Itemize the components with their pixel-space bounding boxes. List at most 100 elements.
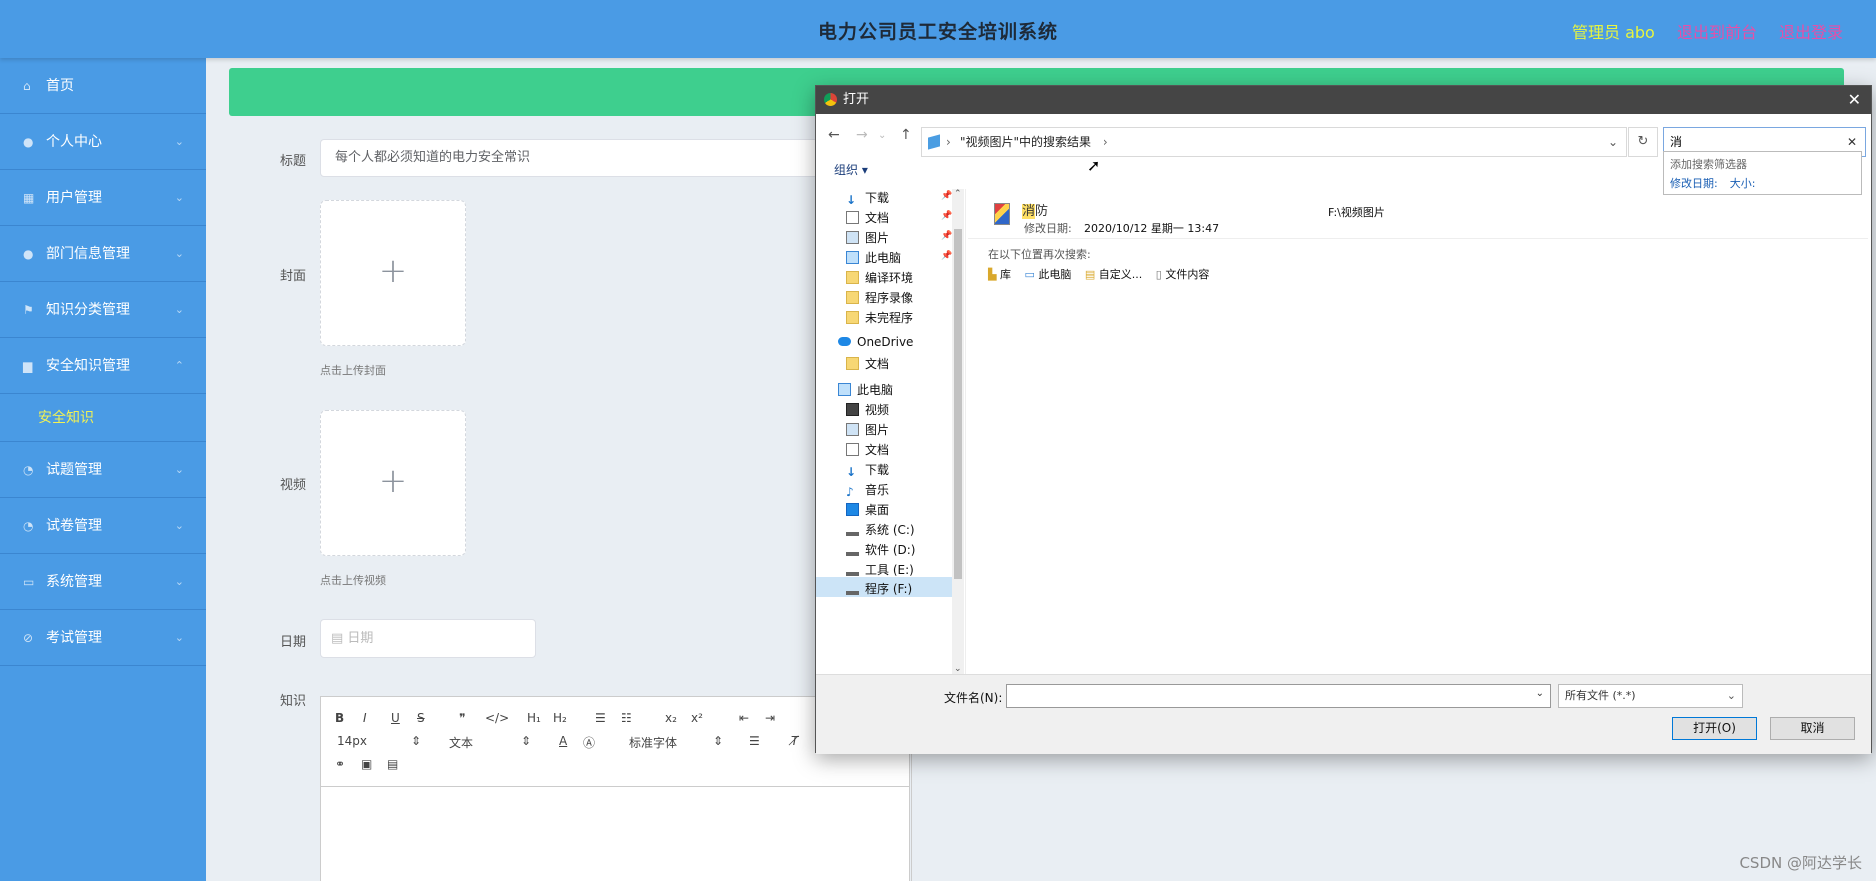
sidebar-item-knowledge-category[interactable]: ⚑ 知识分类管理 ⌄ (0, 282, 206, 338)
superscript-button[interactable]: x² (691, 711, 703, 725)
filename-input[interactable]: ⌄ (1006, 684, 1551, 708)
chevron-down-icon: ⌄ (174, 631, 184, 644)
font-size-select[interactable]: 14px (337, 734, 367, 748)
code-button[interactable]: </> (485, 711, 509, 725)
up-arrow-icon[interactable]: ↑ (900, 127, 912, 143)
picture-icon (846, 231, 859, 244)
sidebar-item-department[interactable]: ● 部门信息管理 ⌄ (0, 226, 206, 282)
document-icon (846, 211, 859, 224)
file-item[interactable]: 消防 修改日期: 2020/10/12 星期一 13:47 F:\视频图片 (968, 189, 1868, 239)
logout-link[interactable]: 退出登录 (1779, 19, 1843, 43)
sidebar-item-papers[interactable]: ◔ 试卷管理 ⌄ (0, 498, 206, 554)
tree-item-this-pc[interactable]: 此电脑 (838, 381, 893, 398)
tree-item-this-pc-quick[interactable]: 此电脑 (846, 249, 901, 266)
back-arrow-icon[interactable]: ← (828, 127, 840, 143)
close-icon[interactable]: ✕ (1848, 86, 1861, 114)
video-icon[interactable]: ▤ (387, 757, 398, 771)
sidebar-subitem-safety-knowledge[interactable]: 安全知识 (0, 394, 206, 442)
tree-item-downloads[interactable]: ↓ 下载 (846, 189, 889, 207)
subscript-button[interactable]: x₂ (665, 711, 677, 725)
bullet-list-button[interactable]: ☷ (621, 711, 632, 725)
forward-arrow-icon[interactable]: → (856, 127, 868, 143)
tree-item-drive-f[interactable]: 程序 (F:) (816, 577, 952, 597)
knowledge-label: 知识 (280, 694, 307, 709)
ordered-list-button[interactable]: ☰ (595, 711, 606, 725)
tree-item-documents-pc[interactable]: 文档 (846, 441, 889, 458)
folder-icon (846, 291, 859, 304)
custom-location[interactable]: ▤ 自定义... (1085, 268, 1142, 281)
scrollbar-thumb[interactable] (954, 229, 962, 579)
sidebar-item-questions[interactable]: ◔ 试题管理 ⌄ (0, 442, 206, 498)
tree-item-documents[interactable]: 文档 (846, 209, 889, 226)
outdent-button[interactable]: ⇤ (739, 711, 749, 725)
tree-item-pictures[interactable]: 图片 (846, 229, 889, 246)
sidebar-item-home[interactable]: ⌂ 首页 (0, 58, 206, 114)
location-label: 自定义... (1098, 268, 1143, 281)
text-style-select[interactable]: 文本 (449, 734, 473, 751)
sidebar-item-users[interactable]: ▦ 用户管理 ⌄ (0, 170, 206, 226)
strike-button[interactable]: S (417, 711, 425, 725)
tree-item-music[interactable]: ♪ 音乐 (846, 481, 890, 499)
address-bar[interactable]: › "视频图片"中的搜索结果 › ⌄ (921, 127, 1627, 157)
file-contents-location[interactable]: ▯ 文件内容 (1156, 268, 1210, 281)
tree-item-desktop[interactable]: 桌面 (846, 501, 889, 518)
tree-item-folder[interactable]: 程序录像 (846, 289, 913, 306)
tree-item-drive-d[interactable]: 软件 (D:) (846, 541, 915, 558)
font-color-button[interactable]: A (559, 734, 567, 748)
open-button[interactable]: 打开(O) (1672, 717, 1757, 740)
chevron-down-icon: ⌄ (174, 575, 184, 588)
file-meta-value: 2020/10/12 星期一 13:47 (1084, 222, 1220, 235)
image-icon[interactable]: ▣ (361, 757, 372, 771)
italic-button[interactable]: I (363, 711, 367, 725)
h1-button[interactable]: H₁ (527, 711, 541, 725)
cover-upload[interactable]: + (320, 200, 466, 346)
title-input[interactable]: 每个人都必须知道的电力安全常识 (320, 139, 820, 177)
folder-icon (846, 311, 859, 324)
date-input[interactable]: ▤ 日期 (320, 619, 536, 658)
underline-button[interactable]: U (391, 711, 400, 725)
history-dropdown-icon[interactable]: ⌄ (878, 130, 886, 141)
library-location[interactable]: ▙ 库 (988, 268, 1011, 281)
sidebar-item-safety-knowledge[interactable]: ▆ 安全知识管理 ⌃ (0, 338, 206, 394)
tree-item-folder[interactable]: 未完程序 (846, 309, 913, 326)
font-family-select[interactable]: 标准字体 (629, 734, 677, 751)
link-icon[interactable]: ⚭ (335, 757, 345, 771)
cancel-button[interactable]: 取消 (1770, 717, 1855, 740)
top-header: 电力公司员工安全培训系统 管理员 abo 退出到前台 退出登录 (0, 0, 1876, 58)
video-upload[interactable]: + (320, 410, 466, 556)
admin-label: 管理员 abo (1572, 23, 1655, 42)
tree-item-folder[interactable]: 编译环境 (846, 269, 913, 286)
bg-color-button[interactable]: Ⓐ (583, 734, 595, 751)
scroll-down-icon[interactable]: ⌄ (954, 664, 962, 674)
tree-item-folder[interactable]: 文档 (846, 355, 889, 372)
chevron-down-icon[interactable]: ⌄ (1536, 688, 1544, 699)
chrome-icon (824, 93, 837, 106)
quote-button[interactable]: ❞ (459, 711, 465, 725)
download-icon: ↓ (846, 465, 857, 479)
tree-item-downloads-pc[interactable]: ↓ 下载 (846, 461, 889, 479)
filter-size[interactable]: 大小: (1730, 177, 1756, 190)
address-dropdown-icon[interactable]: ⌄ (1608, 128, 1618, 156)
indent-button[interactable]: ⇥ (765, 711, 775, 725)
sidebar-item-exam[interactable]: ⊘ 考试管理 ⌄ (0, 610, 206, 666)
align-button[interactable]: ☰ (749, 734, 760, 748)
filter-modified-date[interactable]: 修改日期: (1670, 177, 1718, 190)
refresh-button[interactable]: ↻ (1628, 127, 1658, 157)
back-to-frontend-link[interactable]: 退出到前台 (1677, 19, 1757, 43)
h2-button[interactable]: H₂ (553, 711, 567, 725)
tree-item-onedrive[interactable]: OneDrive (838, 335, 913, 349)
tree-item-pictures-pc[interactable]: 图片 (846, 421, 889, 438)
tree-item-drive-e[interactable]: 工具 (E:) (846, 561, 914, 578)
scroll-up-icon[interactable]: ⌃ (954, 189, 962, 199)
sidebar-item-personal[interactable]: ● 个人中心 ⌄ (0, 114, 206, 170)
this-pc-location[interactable]: ▭ 此电脑 (1024, 268, 1071, 281)
tree-item-drive-c[interactable]: 系统 (C:) (846, 521, 915, 538)
sidebar-item-system[interactable]: ▭ 系统管理 ⌄ (0, 554, 206, 610)
tree-item-label: 音乐 (865, 483, 890, 497)
bold-button[interactable]: B (335, 711, 344, 725)
date-placeholder: 日期 (347, 631, 374, 646)
clear-format-button[interactable]: T̸ (791, 734, 798, 748)
tree-scrollbar[interactable]: ⌃ ⌄ (952, 189, 964, 674)
file-type-select[interactable]: 所有文件 (*.*) ⌄ (1558, 684, 1743, 708)
tree-item-videos[interactable]: 视频 (846, 401, 889, 418)
